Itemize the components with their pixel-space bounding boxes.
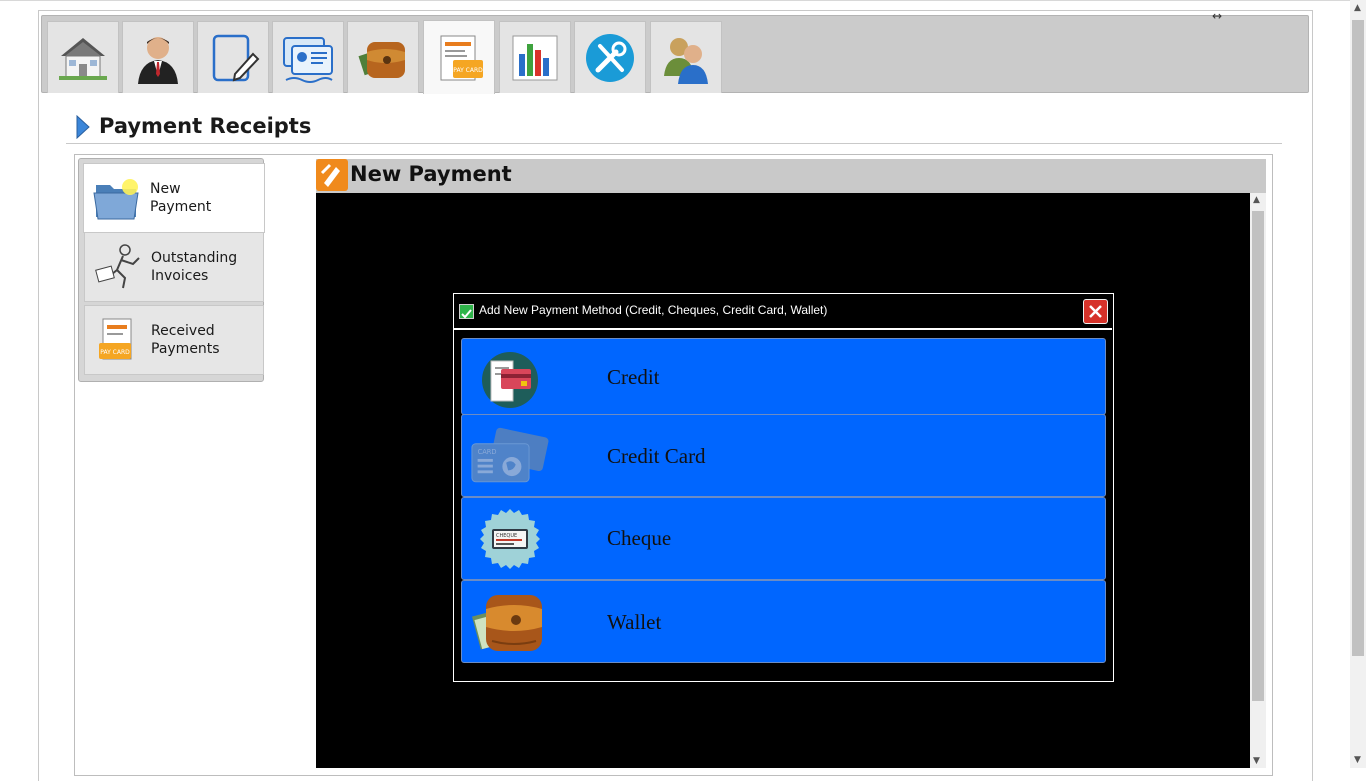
tab-tools[interactable] [574,21,646,93]
top-border [0,0,1350,1]
tab-cards[interactable] [272,21,344,93]
dialog-check-icon [459,304,474,319]
tab-pay-card[interactable]: PAY CARD [423,20,495,94]
method-credit-button[interactable]: Credit [461,338,1106,415]
card-text: CHEQUE [496,533,517,539]
sidebar-item-received-payments[interactable]: PAY CARD Received Payments [84,305,264,375]
credit-card-icon: CARD [470,425,550,491]
sidebar-item-outstanding-invoices[interactable]: Outstanding Invoices [84,232,264,302]
pay-card-badge: PAY CARD [100,349,130,356]
scroll-up-icon[interactable]: ▲ [1253,195,1260,205]
page-scroll-down-icon[interactable]: ▼ [1354,755,1361,765]
resize-handle-icon[interactable]: ↔ [1212,9,1222,23]
main-title: New Payment [350,162,512,186]
tab-edit[interactable] [197,21,269,93]
new-payment-icon [316,159,348,191]
close-icon [1089,305,1102,318]
page-title: Payment Receipts [99,114,312,138]
title-arrow-icon [76,115,90,139]
page-scroll-thumb[interactable] [1352,20,1364,656]
cheque-icon: CHEQUE [470,506,550,572]
tools-icon [586,33,634,82]
content-scroll-thumb[interactable] [1252,211,1264,701]
sidebar-item-label: Received Payments [151,323,220,357]
tab-users[interactable] [650,21,722,93]
tab-reports[interactable] [499,21,571,93]
sidebar-item-new-payment[interactable]: New Payment [83,163,265,233]
method-label: Wallet [607,610,662,634]
id-cards-icon [283,36,333,83]
dialog-title: Add New Payment Method (Credit, Cheques,… [479,303,828,317]
users-icon [664,37,708,84]
tab-wallet[interactable] [347,21,419,93]
page-scroll-up-icon[interactable]: ▲ [1354,3,1361,13]
pay-card-receipt-icon: PAY CARD [440,35,483,80]
method-label: Credit [607,365,660,389]
page-scrollbar[interactable]: ▲ ▼ [1350,0,1366,768]
sidebar-item-label: New Payment [150,181,212,215]
pay-card-icon: PAY CARD [85,310,151,370]
wallet-icon [470,589,550,655]
sidebar-item-label: Outstanding Invoices [151,250,238,284]
method-label: Credit Card [607,444,706,468]
dialog-close-button[interactable] [1083,299,1108,324]
bar-chart-icon [512,35,558,80]
main-toolbar: PAY CARD [41,15,1309,94]
credit-receipt-icon [470,347,550,413]
tab-person[interactable] [122,21,194,93]
home-icon [59,37,107,80]
scroll-down-icon[interactable]: ▼ [1253,756,1260,766]
running-man-icon [85,237,151,297]
method-cheque-button[interactable]: CHEQUE Cheque [461,497,1106,580]
business-person-icon [138,36,178,84]
method-credit-card-button[interactable]: CARD Credit Card [461,414,1106,497]
tab-home[interactable] [47,21,119,93]
method-wallet-button[interactable]: Wallet [461,580,1106,663]
content-scrollbar[interactable]: ▲ ▼ [1250,193,1266,768]
wallet-icon [358,41,405,78]
method-label: Cheque [607,526,672,550]
folder-sun-icon [84,168,150,228]
edit-document-icon [212,34,260,81]
pay-card-badge: PAY CARD [453,67,483,74]
card-text: CARD [478,448,497,456]
title-divider [66,143,1282,144]
